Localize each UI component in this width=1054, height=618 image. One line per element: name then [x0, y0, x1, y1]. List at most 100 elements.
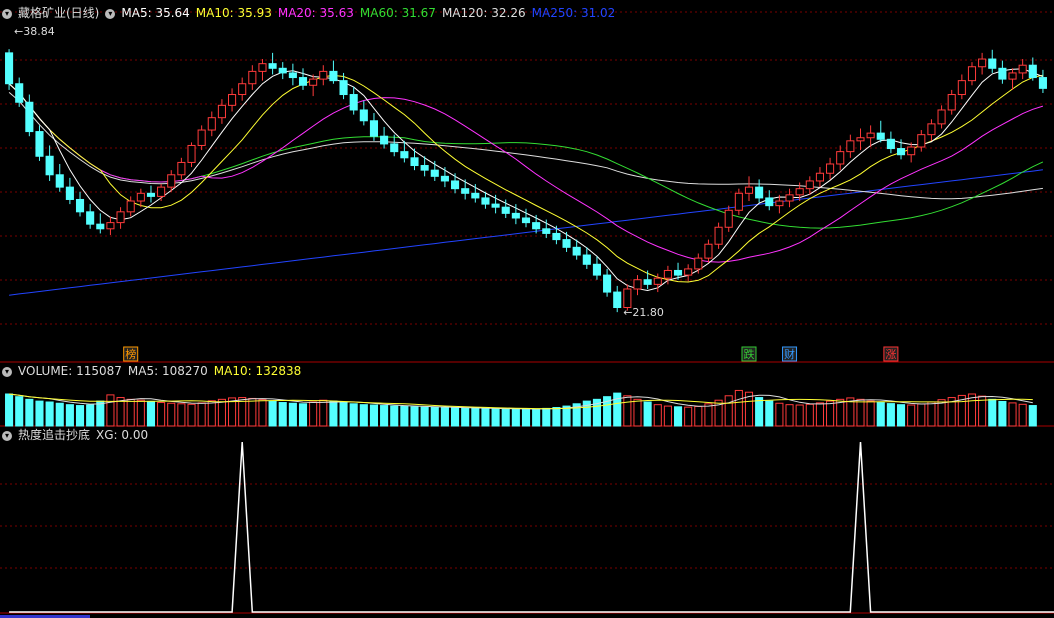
candle-up — [744, 186, 754, 194]
candle-up — [684, 268, 693, 276]
candle-down — [501, 206, 510, 214]
candle-up — [197, 129, 206, 146]
candle-down — [896, 148, 906, 156]
candle-up — [319, 70, 328, 80]
volume-bar — [146, 400, 156, 427]
candle-down — [15, 83, 24, 103]
volume-bar — [400, 405, 409, 427]
candle-up — [815, 172, 824, 182]
candle-up — [826, 163, 835, 174]
volume-bar — [795, 404, 804, 427]
indicator-menu-icon[interactable]: ▾ — [2, 430, 12, 441]
candle-down — [521, 217, 531, 224]
candle-down — [988, 58, 997, 69]
candle-up — [836, 151, 845, 165]
volume-bar — [694, 405, 703, 427]
indicator-title[interactable]: 热度追击抄底 — [18, 428, 90, 442]
volume-bar — [775, 402, 784, 427]
volume-bar — [704, 403, 713, 427]
ma250-readout: MA250: 31.02 — [531, 6, 616, 20]
candle-down — [278, 67, 287, 74]
volume-readout: VOLUME: 115087 — [18, 364, 122, 378]
candle-down — [440, 175, 449, 182]
volume-panel-header: ▾ VOLUME: 115087 MA5: 108270 MA10: 132838 — [2, 364, 307, 378]
stock-chart[interactable]: ←38.84←21.80榜跌财涨解港预 — [0, 0, 1054, 618]
volume-bar — [836, 398, 845, 427]
volume-bar — [623, 395, 632, 427]
settings-circle-icon[interactable]: ▾ — [105, 8, 116, 19]
volume-bar — [501, 408, 510, 427]
candle-up — [238, 83, 247, 96]
candle-down — [75, 198, 85, 213]
volume-menu-icon[interactable]: ▾ — [2, 366, 12, 377]
candle-down — [25, 101, 34, 133]
volume-bar — [167, 402, 176, 427]
ma5-readout: MA5: 35.64 — [121, 6, 190, 20]
candle-down — [613, 291, 622, 309]
ma10-readout: MA10: 35.93 — [195, 6, 272, 20]
candle-up — [947, 94, 956, 111]
candle-up — [653, 277, 662, 285]
volume-bar — [633, 398, 642, 427]
candle-up — [978, 58, 987, 68]
candle-up — [1018, 64, 1027, 74]
volume-bar — [511, 408, 520, 427]
candle-down — [542, 228, 551, 234]
candle-down — [298, 77, 308, 86]
volume-bar — [288, 402, 297, 427]
volume-bar — [896, 404, 906, 427]
candle-up — [927, 123, 936, 136]
volume-bar — [5, 393, 14, 427]
candle-up — [157, 186, 166, 197]
event-marker-label: 财 — [784, 347, 795, 361]
candle-up — [623, 288, 632, 309]
candle-down — [369, 120, 379, 137]
volume-bar — [673, 406, 683, 427]
candle-up — [167, 174, 176, 188]
stock-title[interactable]: 藏格矿业(日线) — [18, 6, 99, 20]
candle-down — [410, 157, 419, 167]
volume-bar — [319, 399, 328, 427]
volume-ma5-readout: MA5: 108270 — [127, 364, 208, 378]
candle-down — [643, 279, 652, 285]
candle-down — [55, 174, 64, 188]
volume-bar — [643, 401, 652, 427]
volume-bar — [136, 399, 145, 427]
volume-bar — [75, 405, 85, 427]
candle-up — [136, 192, 145, 202]
menu-circle-icon[interactable]: ▾ — [2, 8, 12, 19]
price-panel-header: ▾ 藏格矿业(日线) ▾ MA5: 35.64 MA10: 35.93 MA20: 35.… — [2, 6, 621, 20]
volume-bar — [481, 408, 490, 427]
candle-down — [359, 109, 368, 122]
candle-down — [461, 188, 470, 194]
candle-up — [714, 226, 723, 245]
candle-down — [532, 222, 541, 230]
event-marker-榜: 榜 — [123, 346, 139, 362]
volume-bar — [1028, 405, 1037, 427]
candle-down — [390, 143, 399, 153]
ma10-line — [8, 74, 1044, 283]
ma120-readout: MA120: 32.26 — [441, 6, 526, 20]
candle-down — [765, 197, 774, 207]
volume-bar — [542, 407, 551, 427]
candle-down — [572, 246, 581, 256]
volume-bar — [380, 405, 389, 427]
candle-down — [603, 274, 612, 293]
candle-down — [592, 263, 601, 276]
candle-down — [562, 239, 571, 248]
volume-bar — [187, 403, 196, 427]
candle-down — [349, 94, 358, 111]
xg-readout: XG: 0.00 — [96, 428, 149, 442]
volume-bar — [157, 402, 166, 427]
volume-bar — [907, 404, 916, 427]
indicator-panel-header: ▾ 热度追击抄底 XG: 0.00 — [2, 428, 154, 442]
candle-down — [329, 70, 338, 82]
volume-bar — [217, 398, 226, 427]
xg-line — [9, 441, 1054, 613]
candle-up — [187, 144, 196, 163]
volume-bar — [927, 401, 936, 427]
candle-up — [177, 161, 186, 176]
volume-bar — [653, 404, 662, 427]
volume-bar — [663, 405, 672, 427]
volume-bar — [207, 400, 216, 427]
